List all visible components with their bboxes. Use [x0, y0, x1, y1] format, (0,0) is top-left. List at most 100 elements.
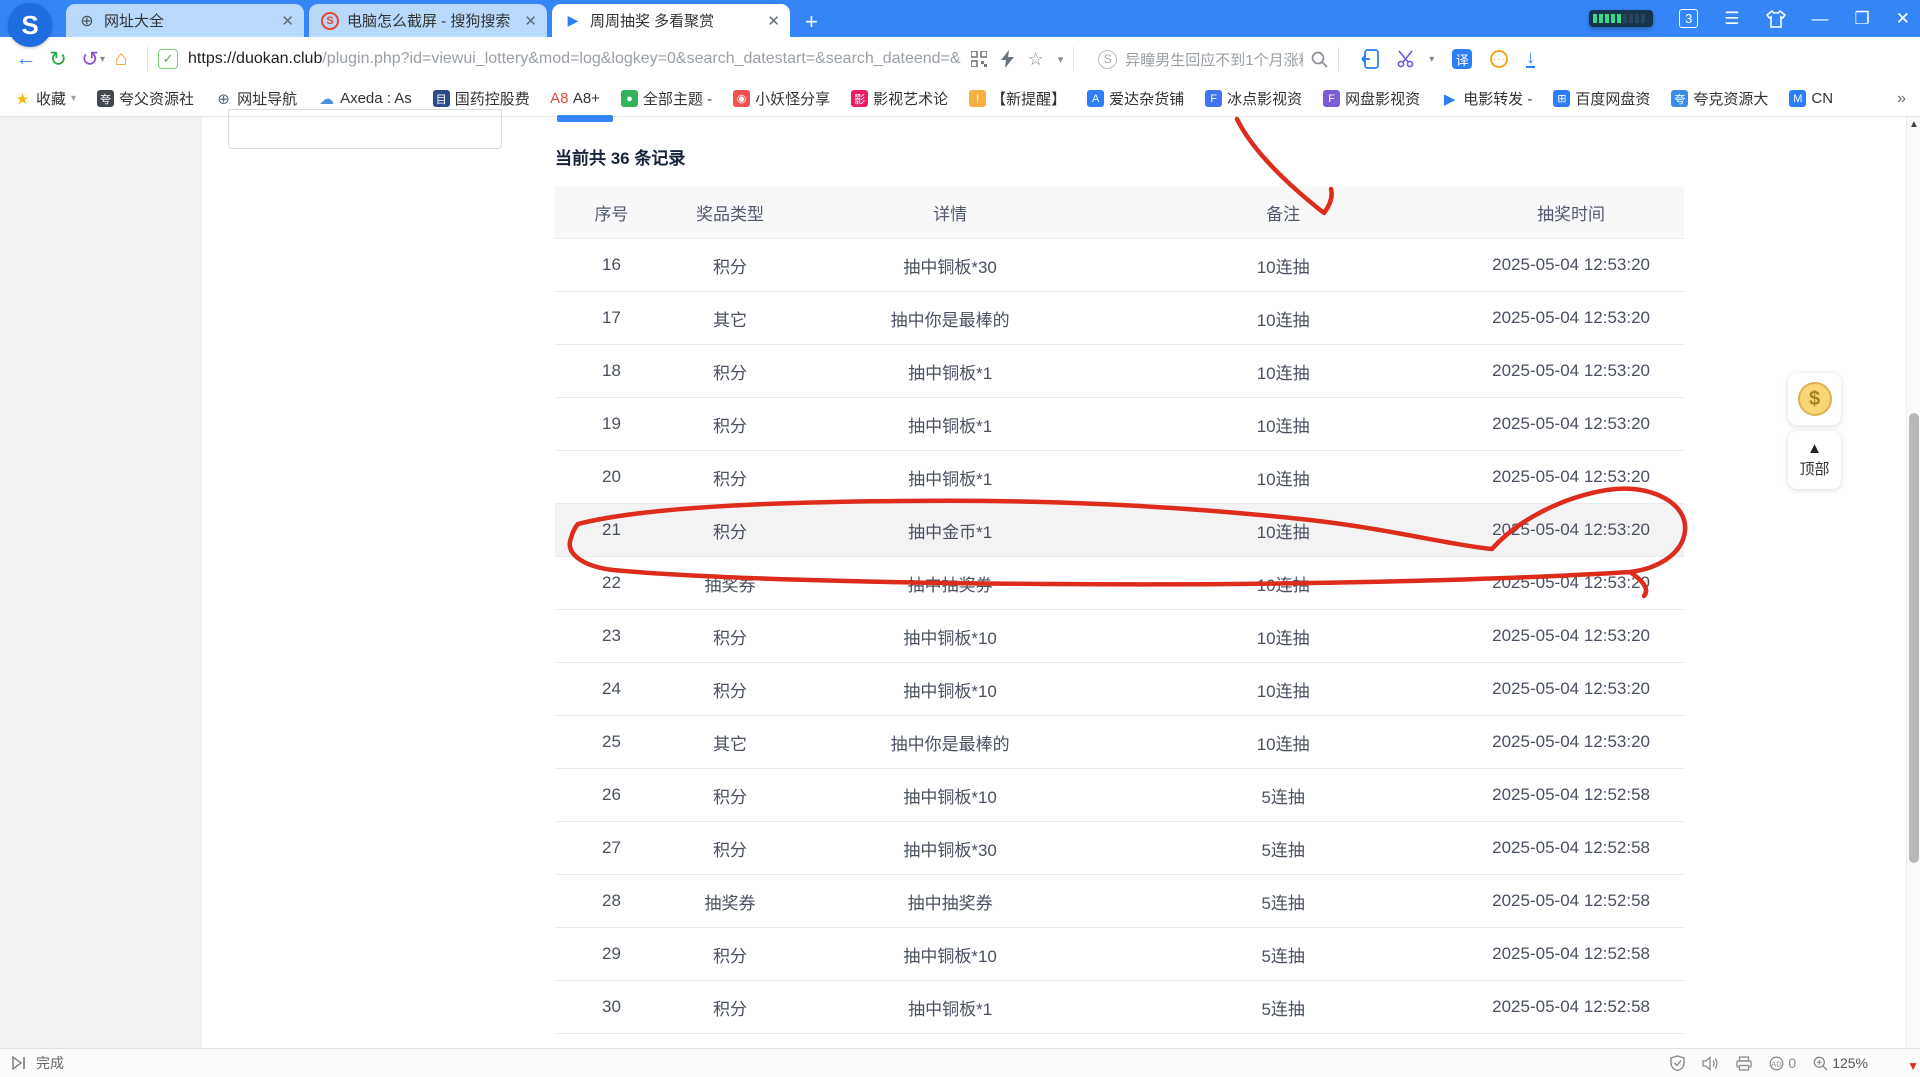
address-bar-icons: ☆ ▾ — [971, 49, 1064, 70]
restore-button[interactable]: ❐ — [1855, 10, 1870, 27]
bookmark-item[interactable]: F冰点影视资 — [1205, 88, 1302, 109]
refresh-button[interactable]: ↻ — [42, 47, 74, 72]
bookmark-star-icon[interactable]: ☆ — [1028, 49, 1044, 70]
table-row[interactable]: 21积分抽中金币*110连抽2025-05-04 12:53:20 — [555, 504, 1684, 557]
table-row[interactable]: 22抽奖券抽中抽奖券10连抽2025-05-04 12:53:20 — [555, 557, 1684, 610]
lottery-log-main: 当前共 36 条记录 序号奖品类型详情备注抽奖时间16积分抽中铜板*3010连抽… — [530, 117, 1906, 1048]
bookmark-label: A8+ — [573, 90, 600, 107]
bookmark-label: 小妖怪分享 — [755, 88, 830, 109]
table-row[interactable]: 26积分抽中铜板*105连抽2025-05-04 12:52:58 — [555, 769, 1684, 822]
bookmark-item[interactable]: MCN — [1789, 90, 1833, 107]
translate-icon[interactable]: 译 — [1452, 49, 1472, 69]
table-row[interactable]: 28抽奖券抽中抽奖券5连抽2025-05-04 12:52:58 — [555, 875, 1684, 928]
bookmark-item[interactable]: 影影视艺术论 — [851, 88, 948, 109]
screenshot-scissors-icon[interactable] — [1397, 50, 1417, 68]
bookmark-dropdown-caret[interactable]: ▾ — [71, 93, 76, 104]
debug-play-icon[interactable] — [12, 1056, 26, 1070]
close-button[interactable]: ✕ — [1896, 10, 1910, 27]
cell-detail: 抽中铜板*1 — [792, 359, 1108, 384]
cell-time: 2025-05-04 12:53:20 — [1458, 732, 1684, 752]
new-tab-button[interactable]: + — [805, 11, 818, 33]
cell-no: 25 — [555, 732, 668, 752]
address-bar[interactable]: https://duokan.club/plugin.php?id=viewui… — [188, 50, 961, 68]
bookmark-item[interactable]: A爱达杂货铺 — [1087, 88, 1184, 109]
bookmark-label: 收藏 — [36, 88, 66, 109]
bookmark-item[interactable]: !【新提醒】 — [969, 88, 1066, 109]
zoom-magnifier-icon[interactable] — [1813, 1056, 1828, 1071]
tab-title: 网址大全 — [104, 10, 273, 31]
bookmark-item[interactable]: 夸夸父资源社 — [97, 88, 194, 109]
cell-note: 10连抽 — [1108, 624, 1458, 649]
cell-note: 5连抽 — [1108, 889, 1458, 914]
bookmark-item[interactable]: ◉小妖怪分享 — [733, 88, 830, 109]
bookmark-item[interactable]: ★收藏▾ — [14, 88, 76, 109]
more-extensions-icon[interactable]: ··· — [1490, 50, 1508, 68]
download-icon[interactable]: ↓ — [1526, 50, 1535, 67]
home-button[interactable]: ⌂ — [105, 47, 137, 71]
bookmark-item[interactable]: ⊕网址导航 — [215, 88, 297, 109]
skin-tshirt-icon[interactable] — [1766, 10, 1786, 28]
send-to-phone-icon[interactable] — [1361, 49, 1379, 69]
tab-close-icon[interactable]: ✕ — [524, 12, 537, 30]
minimize-button[interactable]: — — [1812, 10, 1829, 27]
table-row[interactable]: 24积分抽中铜板*1010连抽2025-05-04 12:53:20 — [555, 663, 1684, 716]
shield-check-icon[interactable] — [1670, 1055, 1685, 1071]
cell-time: 2025-05-04 12:52:58 — [1458, 785, 1684, 805]
table-row[interactable]: 19积分抽中铜板*110连抽2025-05-04 12:53:20 — [555, 398, 1684, 451]
zoom-level[interactable]: 125% — [1832, 1055, 1868, 1071]
bookmark-item[interactable]: ☁Axeda : As — [318, 90, 412, 107]
speaker-icon[interactable] — [1702, 1056, 1719, 1071]
record-summary: 当前共 36 条记录 — [555, 144, 685, 169]
address-dropdown-caret[interactable]: ▾ — [1058, 53, 1064, 66]
bookmark-item[interactable]: ▶电影转发 - — [1441, 88, 1532, 109]
browser-tab[interactable]: S电脑怎么截屏 - 搜狗搜索✕ — [309, 4, 547, 37]
bookmark-item[interactable]: 夸夸克资源大 — [1671, 88, 1768, 109]
search-magnifier-icon[interactable] — [1311, 51, 1328, 68]
browser-tab[interactable]: ⊕网址大全✕ — [66, 4, 304, 37]
table-row[interactable]: 18积分抽中铜板*110连抽2025-05-04 12:53:20 — [555, 345, 1684, 398]
lightning-icon[interactable] — [1001, 50, 1014, 68]
table-row[interactable]: 16积分抽中铜板*3010连抽2025-05-04 12:53:20 — [555, 239, 1684, 292]
bookmarks-overflow-chevron[interactable]: » — [1897, 90, 1906, 108]
table-row[interactable]: 17其它抽中你是最棒的10连抽2025-05-04 12:53:20 — [555, 292, 1684, 345]
back-to-top-button[interactable]: ▲ 顶部 — [1788, 431, 1841, 489]
tab-count-badge[interactable]: 3 — [1679, 9, 1698, 28]
scrollbar-thumb[interactable] — [1909, 413, 1919, 863]
table-row[interactable]: 30积分抽中铜板*15连抽2025-05-04 12:52:58 — [555, 981, 1684, 1034]
browser-tab[interactable]: ▶周周抽奖 多看聚赏✕ — [552, 4, 790, 37]
printer-icon[interactable] — [1736, 1056, 1752, 1071]
scrollbar-up-arrow[interactable]: ▲ — [1907, 119, 1920, 130]
qr-code-icon[interactable] — [971, 51, 987, 67]
bookmark-item[interactable]: ⊞百度网盘资 — [1553, 88, 1650, 109]
table-row[interactable]: 25其它抽中你是最棒的10连抽2025-05-04 12:53:20 — [555, 716, 1684, 769]
back-button[interactable]: ← — [10, 47, 42, 71]
cell-note: 10连抽 — [1108, 677, 1458, 702]
menu-icon[interactable]: ☰ — [1724, 10, 1739, 27]
page-scrollbar[interactable]: ▲ — [1906, 117, 1920, 1048]
search-input[interactable]: 异瞳男生回应不到1个月涨粉2 — [1125, 49, 1303, 70]
security-shield-icon[interactable]: ✓ — [158, 49, 178, 69]
sogou-browser-logo-icon[interactable]: S — [8, 3, 52, 47]
table-header-row: 序号奖品类型详情备注抽奖时间 — [555, 186, 1684, 239]
table-row[interactable]: 29积分抽中铜板*105连抽2025-05-04 12:52:58 — [555, 928, 1684, 981]
bookmark-item[interactable]: 目国药控股费 — [433, 88, 530, 109]
bookmark-item[interactable]: F网盘影视资 — [1323, 88, 1420, 109]
search-box[interactable]: S 异瞳男生回应不到1个月涨粉2 — [1098, 49, 1328, 70]
url-host: https://duokan.club — [188, 50, 322, 67]
coin-float-button[interactable]: $ — [1788, 373, 1841, 425]
table-row[interactable]: 23积分抽中铜板*1010连抽2025-05-04 12:53:20 — [555, 610, 1684, 663]
play-icon: ▶ — [564, 12, 582, 30]
cell-no: 21 — [555, 520, 668, 540]
scissors-dropdown-caret[interactable]: ▾ — [1429, 54, 1434, 65]
cell-no: 24 — [555, 679, 668, 699]
adblock-icon[interactable]: AD — [1769, 1056, 1784, 1071]
scrollbar-down-arrow[interactable]: ▼ — [1907, 1059, 1919, 1073]
table-row[interactable]: 20积分抽中铜板*110连抽2025-05-04 12:53:20 — [555, 451, 1684, 504]
table-row[interactable]: 27积分抽中铜板*305连抽2025-05-04 12:52:58 — [555, 822, 1684, 875]
cell-note: 10连抽 — [1108, 253, 1458, 278]
tab-close-icon[interactable]: ✕ — [281, 12, 294, 30]
bookmark-item[interactable]: A8A8+ — [551, 90, 600, 107]
bookmark-item[interactable]: ●全部主题 - — [621, 88, 712, 109]
tab-close-icon[interactable]: ✕ — [767, 12, 780, 30]
tab-strip: ⊕网址大全✕S电脑怎么截屏 - 搜狗搜索✕▶周周抽奖 多看聚赏✕ — [66, 4, 795, 37]
